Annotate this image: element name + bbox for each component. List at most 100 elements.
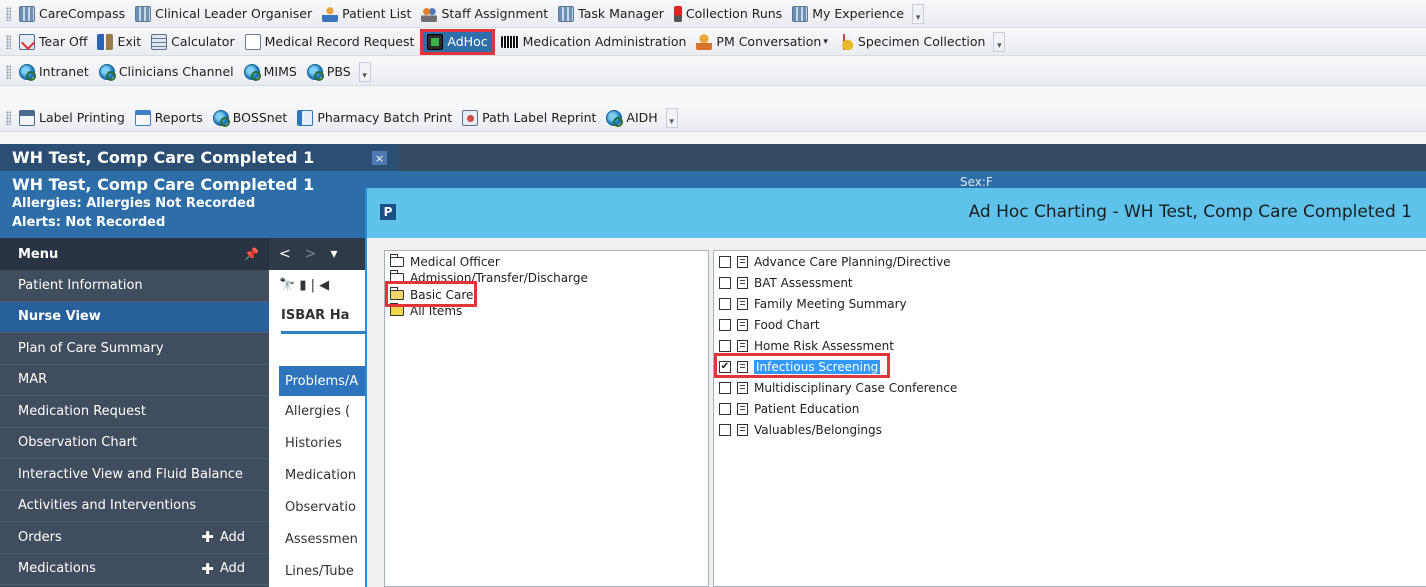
- patient-tab[interactable]: WH Test, Comp Care Completed 1: [0, 144, 398, 171]
- add-medications-button[interactable]: ✚ Add: [201, 560, 245, 578]
- exit-icon: [97, 33, 114, 50]
- pm-conversation-button[interactable]: PM Conversation ▾: [692, 31, 831, 53]
- side-menu: Menu 📌 Patient Information Nurse View Pl…: [0, 238, 269, 587]
- sex-label: Sex:F: [960, 175, 993, 189]
- adhoc-charting-dialog: P Ad Hoc Charting - WH Test, Comp Care C…: [365, 188, 1426, 587]
- pin-icon[interactable]: 📌: [244, 247, 259, 261]
- pharmacy-batch-print-button[interactable]: Pharmacy Batch Print: [293, 107, 456, 129]
- toolbar-row-4: Label Printing Reports BOSSnet Pharmacy …: [0, 104, 1426, 132]
- medication-administration-button[interactable]: Medication Administration: [497, 31, 691, 53]
- checkbox[interactable]: [719, 277, 731, 289]
- form-item[interactable]: Valuables/Belongings: [719, 423, 882, 437]
- task-manager-button[interactable]: Task Manager: [554, 3, 668, 25]
- toolbar-overflow-button[interactable]: ▾: [358, 61, 371, 82]
- clinicians-channel-button[interactable]: Clinicians Channel: [95, 61, 238, 83]
- exit-button[interactable]: Exit: [93, 31, 145, 53]
- form-item[interactable]: Patient Education: [719, 402, 859, 416]
- checkbox[interactable]: [719, 424, 731, 436]
- section-lines-tubes[interactable]: Lines/Tube: [285, 564, 375, 579]
- section-medications[interactable]: Medication: [285, 468, 375, 483]
- patient-list-button[interactable]: Patient List: [318, 3, 415, 25]
- toolbar-grip[interactable]: [6, 110, 11, 125]
- menu-item-activities[interactable]: Activities and Interventions: [0, 491, 269, 522]
- aidh-button[interactable]: AIDH: [602, 107, 661, 129]
- chevron-down-icon[interactable]: ▾: [330, 246, 337, 262]
- form-item[interactable]: Home Risk Assessment: [719, 339, 894, 353]
- toolbar-overflow-button[interactable]: ▾: [665, 107, 678, 128]
- bossnet-button[interactable]: BOSSnet: [209, 107, 292, 129]
- toolbar-overflow-button[interactable]: ▾: [993, 31, 1006, 52]
- adhoc-button[interactable]: AdHoc: [420, 28, 495, 55]
- back-arrow-icon[interactable]: <: [279, 246, 291, 262]
- globe-icon: [243, 63, 261, 81]
- medical-record-request-button[interactable]: Medical Record Request: [241, 31, 419, 53]
- content-toolbar[interactable]: 🔭 ▮ | ◀: [269, 270, 369, 300]
- staff-assignment-button[interactable]: Staff Assignment: [417, 3, 552, 25]
- menu-item-medications[interactable]: Medications ✚ Add: [0, 554, 269, 585]
- path-label-icon: [462, 109, 479, 126]
- form-item[interactable]: Family Meeting Summary: [719, 297, 907, 311]
- my-experience-button[interactable]: My Experience: [788, 3, 908, 25]
- pbs-button[interactable]: PBS: [303, 61, 355, 83]
- form-item[interactable]: Food Chart: [719, 318, 820, 332]
- document-icon: [737, 403, 748, 415]
- menu-item-nurse-view[interactable]: Nurse View: [0, 301, 269, 333]
- menu-header: Menu 📌: [0, 238, 269, 270]
- calculator-button[interactable]: Calculator: [147, 31, 238, 53]
- form-item[interactable]: Multidisciplinary Case Conference: [719, 381, 957, 395]
- form-item[interactable]: BAT Assessment: [719, 276, 853, 290]
- checkbox[interactable]: [719, 319, 731, 331]
- tab-isbar-handover[interactable]: ISBAR Ha: [281, 300, 376, 334]
- document-icon: [737, 277, 748, 289]
- menu-item-interactive-view[interactable]: Interactive View and Fluid Balance: [0, 459, 269, 491]
- specimen-collection-button[interactable]: Specimen Collection: [834, 31, 990, 53]
- toolbar-grip[interactable]: [6, 34, 11, 49]
- intranet-button[interactable]: Intranet: [15, 61, 93, 83]
- checkbox[interactable]: [719, 256, 731, 268]
- collection-runs-button[interactable]: Collection Runs: [670, 3, 786, 25]
- highlight-infectious-screening: [714, 353, 890, 378]
- close-icon[interactable]: ×: [372, 151, 387, 165]
- reports-button[interactable]: Reports: [131, 107, 207, 129]
- pharmacy-icon: [297, 109, 314, 126]
- grid-icon: [792, 5, 809, 22]
- folder-medical-officer[interactable]: Medical Officer: [390, 254, 500, 269]
- toolbar-row-2: Tear Off Exit Calculator Medical Record …: [0, 28, 1426, 56]
- add-orders-button[interactable]: ✚ Add: [201, 528, 245, 546]
- section-problems[interactable]: Problems/A: [279, 366, 369, 396]
- checkbox[interactable]: [719, 382, 731, 394]
- menu-item-observation-chart[interactable]: Observation Chart: [0, 428, 269, 459]
- reports-icon: [134, 109, 151, 126]
- toolbar-overflow-button[interactable]: ▾: [912, 3, 925, 24]
- menu-item-mar[interactable]: MAR: [0, 365, 269, 396]
- patient-name: WH Test, Comp Care Completed 1: [12, 175, 315, 194]
- toolbar-row-3: Intranet Clinicians Channel MIMS PBS ▾: [0, 58, 1426, 86]
- section-assessments[interactable]: Assessmen: [285, 532, 375, 547]
- mims-button[interactable]: MIMS: [240, 61, 301, 83]
- toolbar-grip[interactable]: [6, 6, 11, 21]
- label-printing-button[interactable]: Label Printing: [15, 107, 129, 129]
- section-observations[interactable]: Observatio: [285, 500, 375, 515]
- pm-conversation-icon: [696, 33, 713, 50]
- dialog-title-bar[interactable]: P Ad Hoc Charting - WH Test, Comp Care C…: [367, 188, 1426, 238]
- forward-arrow-icon[interactable]: >: [305, 246, 317, 262]
- menu-item-patient-information[interactable]: Patient Information: [0, 270, 269, 302]
- checkbox[interactable]: [719, 403, 731, 415]
- checkbox[interactable]: [719, 298, 731, 310]
- folder-icon: [390, 254, 404, 267]
- path-label-reprint-button[interactable]: Path Label Reprint: [458, 107, 600, 129]
- form-item[interactable]: Advance Care Planning/Directive: [719, 255, 951, 269]
- allergies-label: Allergies: Allergies Not Recorded: [12, 196, 256, 211]
- section-histories[interactable]: Histories: [285, 436, 375, 451]
- toolbar-grip[interactable]: [6, 64, 11, 79]
- calculator-icon: [151, 33, 168, 50]
- menu-item-plan-of-care-summary[interactable]: Plan of Care Summary: [0, 333, 269, 365]
- section-allergies[interactable]: Allergies (: [285, 404, 375, 419]
- tear-off-button[interactable]: Tear Off: [15, 31, 91, 53]
- checkbox[interactable]: [719, 340, 731, 352]
- clinical-leader-organiser-button[interactable]: Clinical Leader Organiser: [131, 3, 316, 25]
- carecompass-button[interactable]: CareCompass: [15, 3, 129, 25]
- menu-item-orders[interactable]: Orders ✚ Add: [0, 522, 269, 554]
- menu-item-medication-request[interactable]: Medication Request: [0, 396, 269, 428]
- document-icon: [737, 424, 748, 436]
